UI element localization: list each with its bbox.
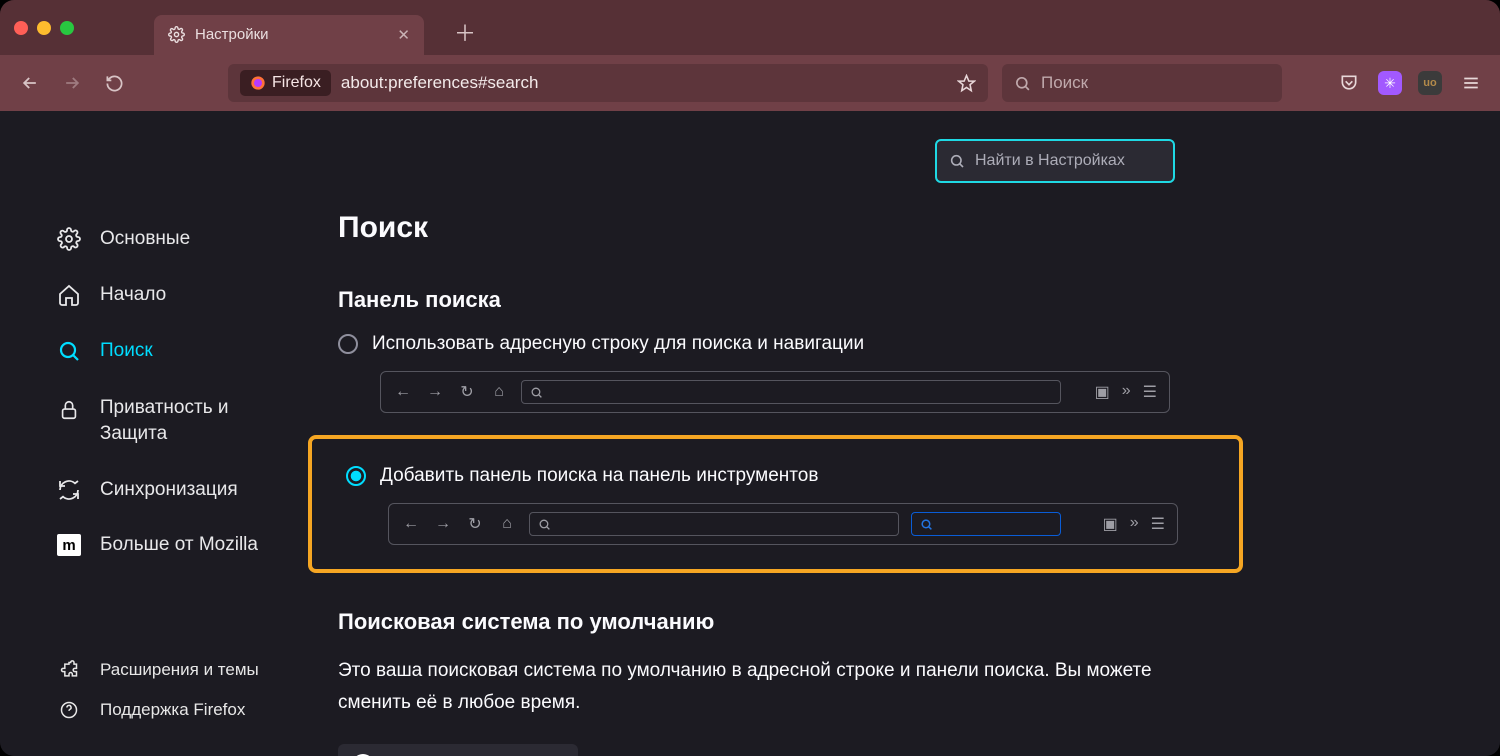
reload-icon: ↻ — [465, 514, 485, 534]
menu-icon: ☰ — [1151, 514, 1165, 534]
preview-searchbar — [911, 512, 1061, 536]
sidebar-item-label: Поиск — [100, 340, 153, 362]
gear-icon — [168, 26, 185, 43]
mozilla-icon: m — [56, 534, 82, 556]
forward-icon: → — [433, 515, 453, 533]
sidebar-item-privacy[interactable]: Приватность и Защита — [56, 379, 300, 462]
default-engine-desc: Это ваша поисковая система по умолчанию … — [338, 655, 1158, 720]
back-icon: ← — [401, 515, 421, 533]
url-address: about:preferences#search — [341, 73, 539, 93]
home-icon: ⌂ — [489, 383, 509, 401]
forward-icon: → — [425, 383, 445, 401]
toolbar-search-input[interactable]: Поиск — [1002, 64, 1282, 102]
maximize-window-button[interactable] — [60, 21, 74, 35]
ublock-icon[interactable]: uo — [1418, 71, 1442, 95]
sidebar-item-search[interactable]: Поиск — [56, 323, 300, 379]
search-icon — [949, 153, 965, 169]
radio-icon — [338, 334, 358, 354]
help-icon — [56, 700, 82, 720]
sidebar-icon: ▣ — [1103, 514, 1118, 534]
sidebar-item-label: Синхронизация — [100, 479, 238, 501]
preview-urlbar-only: ← → ↻ ⌂ ▣ » ☰ — [380, 371, 1170, 413]
search-icon — [56, 339, 82, 363]
home-icon — [56, 283, 82, 307]
home-icon: ⌂ — [497, 515, 517, 533]
back-icon: ← — [393, 383, 413, 401]
sync-icon — [56, 478, 82, 502]
content-area: Основные Начало Поиск Приватность и Защи… — [0, 111, 1500, 756]
new-tab-button[interactable]: ＋ — [454, 8, 476, 48]
nav-toolbar: Firefox about:preferences#search Поиск ✳… — [0, 55, 1500, 111]
radio-checked-icon — [346, 466, 366, 486]
chevrons-icon: » — [1122, 382, 1131, 402]
reload-icon: ↻ — [457, 382, 477, 402]
page-search-input[interactable]: Найти в Настройках — [935, 139, 1175, 183]
tab-title: Настройки — [195, 26, 269, 43]
page-title: Поиск — [338, 211, 1500, 245]
sidebar-item-sync[interactable]: Синхронизация — [56, 462, 300, 518]
close-window-button[interactable] — [14, 21, 28, 35]
menu-icon: ☰ — [1143, 382, 1157, 402]
sidebar-item-mozilla[interactable]: m Больше от Mozilla — [56, 518, 300, 572]
search-icon — [1014, 75, 1031, 92]
firefox-icon — [250, 75, 266, 91]
url-bar[interactable]: Firefox about:preferences#search — [228, 64, 988, 102]
chevrons-icon: » — [1130, 514, 1139, 534]
preview-urlbar — [529, 512, 899, 536]
sidebar-extensions[interactable]: Расширения и темы — [56, 650, 300, 690]
option-label: Использовать адресную строку для поиска … — [372, 333, 864, 355]
option-label: Добавить панель поиска на панель инструм… — [380, 465, 818, 487]
browser-tab[interactable]: Настройки ✕ — [154, 15, 424, 55]
sidebar-item-label: Основные — [100, 228, 190, 250]
firefox-pill: Firefox — [240, 70, 331, 96]
section-default-engine: Поисковая система по умолчанию — [338, 609, 1500, 635]
page-search-placeholder: Найти в Настройках — [975, 152, 1125, 170]
pocket-icon[interactable] — [1336, 70, 1362, 96]
section-search-bar: Панель поиска — [338, 287, 1500, 313]
preview-with-searchbar: ← → ↻ ⌂ ▣ » ☰ — [388, 503, 1178, 545]
window-controls — [14, 21, 74, 35]
preview-urlbar — [521, 380, 1061, 404]
firefox-pill-label: Firefox — [272, 74, 321, 92]
app-menu-icon[interactable] — [1458, 70, 1484, 96]
title-bar: Настройки ✕ ＋ — [0, 0, 1500, 55]
lock-icon — [56, 395, 82, 421]
reload-button[interactable] — [100, 69, 128, 97]
sidebar-icon: ▣ — [1095, 382, 1110, 402]
sidebar-item-label: Больше от Mozilla — [100, 534, 258, 556]
close-tab-button[interactable]: ✕ — [397, 26, 410, 44]
back-button[interactable] — [16, 69, 44, 97]
sidebar-item-label: Расширения и темы — [100, 660, 259, 680]
option-use-urlbar[interactable]: Использовать адресную строку для поиска … — [338, 333, 1500, 355]
sidebar-item-general[interactable]: Основные — [56, 211, 300, 267]
forward-button[interactable] — [58, 69, 86, 97]
sidebar-support[interactable]: Поддержка Firefox — [56, 690, 300, 730]
sidebar-item-home[interactable]: Начало — [56, 267, 300, 323]
sidebar-item-label: Поддержка Firefox — [100, 700, 245, 720]
option-add-searchbar[interactable]: Добавить панель поиска на панель инструм… — [346, 465, 1211, 487]
sidebar-item-label: Начало — [100, 284, 166, 306]
main-panel: Найти в Настройках Поиск Панель поиска И… — [300, 111, 1500, 756]
toolbar-search-placeholder: Поиск — [1041, 73, 1088, 93]
sidebar-item-label: Приватность и Защита — [100, 395, 300, 446]
minimize-window-button[interactable] — [37, 21, 51, 35]
preferences-sidebar: Основные Начало Поиск Приватность и Защи… — [0, 111, 300, 756]
puzzle-icon — [56, 660, 82, 680]
gear-icon — [56, 227, 82, 251]
default-engine-select[interactable]: Google ⌄ — [338, 744, 578, 756]
bookmark-star-icon[interactable] — [957, 74, 976, 93]
extension-icon[interactable]: ✳ — [1378, 71, 1402, 95]
highlighted-option: Добавить панель поиска на панель инструм… — [308, 435, 1243, 573]
